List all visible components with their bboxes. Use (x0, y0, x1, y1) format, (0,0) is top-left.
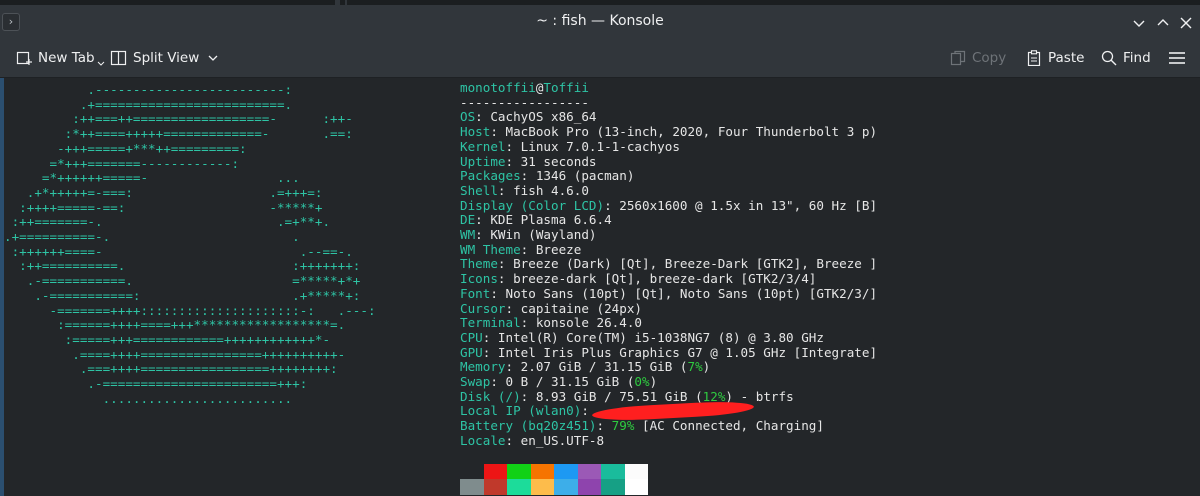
chevron-down-icon (97, 61, 104, 66)
info-value: KWin (Wayland) (490, 227, 597, 243)
info-value: fish 4.6.0 (513, 182, 589, 198)
info-value: CachyOS x86_64 (490, 109, 597, 125)
info-label: DE (460, 212, 476, 228)
info-value: KDE Plasma 6.6.4 (490, 212, 612, 228)
palette-swatch (460, 464, 484, 479)
info-value: Linux 7.0.1-1-cachyos (520, 138, 680, 154)
toolbar: New Tab Split View Copy Paste Find (0, 39, 1200, 78)
info-value: Breeze (Dark) [Qt], Breeze-Dark [GTK2], … (513, 256, 878, 272)
palette-swatch (483, 464, 507, 479)
info-label: Cursor (460, 300, 506, 316)
info-value: Noto Sans (10pt) [Qt], Noto Sans (10pt) … (505, 285, 878, 301)
memory-label: Memory (460, 359, 506, 375)
maximize-icon[interactable] (1154, 14, 1172, 32)
info-label: Shell (460, 182, 498, 198)
locale-value: en_US.UTF-8 (520, 432, 605, 448)
hostname: Toffii (543, 80, 589, 95)
new-tab-button[interactable]: New Tab (16, 46, 105, 70)
disk-value: 8.93 GiB / 75.51 GiB ( (535, 388, 703, 404)
battery-status: [AC Connected, Charging] (634, 418, 824, 434)
info-value: breeze-dark [Qt], breeze-dark [GTK2/3/4] (513, 271, 817, 287)
info-value: MacBook Pro (13-inch, 2020, Four Thunder… (505, 124, 878, 140)
info-value: konsole 26.4.0 (535, 315, 642, 331)
info-value: 2560x1600 @ 1.5x in 13", 60 Hz [B] (619, 197, 878, 213)
new-tab-icon (16, 51, 32, 65)
local-ip-label: Local IP (wlan0) (460, 403, 582, 419)
copy-button[interactable]: Copy (950, 46, 1006, 70)
swap-percent: 0% (634, 374, 650, 390)
palette-swatch (483, 479, 507, 495)
memory-percent: 7% (687, 359, 703, 375)
locale-label: Locale (460, 432, 506, 448)
info-label: Packages (460, 168, 521, 184)
palette-swatch (577, 479, 601, 495)
info-label: Kernel (460, 138, 506, 154)
paste-button[interactable]: Paste (1026, 46, 1084, 70)
info-value: Breeze (535, 241, 582, 257)
split-view-icon (110, 50, 127, 66)
chevron-down-icon (208, 55, 218, 61)
info-value: 1346 (pacman) (535, 168, 635, 184)
separator-line: ----------------- (460, 94, 589, 110)
palette-swatch (624, 464, 648, 479)
close-icon[interactable] (1177, 14, 1195, 32)
disk-label: Disk (/) (460, 388, 521, 404)
split-view-label: Split View (133, 50, 200, 66)
palette-swatch (601, 464, 625, 479)
find-label: Find (1123, 50, 1151, 66)
palette-swatch (601, 479, 625, 495)
distro-ascii-logo: .-------------------------: .+==========… (4, 82, 376, 406)
paste-icon (1027, 50, 1041, 66)
palette-swatch (577, 464, 601, 479)
palette-swatch (624, 479, 648, 495)
minimize-icon[interactable] (1130, 14, 1148, 32)
swap-value: 0 B / 31.15 GiB ( (505, 374, 635, 390)
info-label: Icons (460, 271, 498, 287)
palette-swatch (530, 464, 554, 479)
battery-percent: 79% (611, 418, 635, 434)
search-icon (1101, 50, 1117, 66)
info-label: WM Theme (460, 241, 521, 257)
palette-swatch (530, 479, 554, 495)
title-bar[interactable]: › ~ : fish — Konsole (0, 5, 1200, 39)
paste-label: Paste (1048, 50, 1085, 66)
info-value: Intel Iris Plus Graphics G7 @ 1.05 GHz [… (497, 344, 878, 360)
info-label: Terminal (460, 315, 521, 331)
fastfetch-output: monotoffii@Toffii ----------------- OS: … (460, 80, 878, 448)
copy-icon (950, 50, 966, 66)
info-value: Intel(R) Core(TM) i5-1038NG7 (8) @ 3.80 … (497, 329, 824, 345)
info-label: GPU (460, 344, 483, 360)
info-label: CPU (460, 329, 483, 345)
palette-swatch (460, 479, 484, 495)
swap-label: Swap (460, 374, 491, 390)
info-label: Uptime (460, 153, 506, 169)
split-view-button[interactable]: Split View (110, 46, 225, 70)
info-label: Display (Color LCD) (460, 197, 605, 213)
find-button[interactable]: Find (1101, 46, 1151, 70)
info-value: 31 seconds (520, 153, 597, 169)
new-tab-label: New Tab (38, 50, 95, 66)
palette-swatch (507, 464, 531, 479)
hamburger-menu-icon[interactable] (1168, 51, 1186, 65)
color-palette (460, 464, 648, 495)
info-label: OS (460, 109, 476, 125)
palette-swatch (554, 464, 578, 479)
battery-label: Battery (bq20z451) (460, 418, 597, 434)
info-label: Font (460, 285, 491, 301)
palette-swatch (554, 479, 578, 495)
info-label: WM (460, 227, 476, 243)
palette-swatch (507, 479, 531, 495)
memory-value: 2.07 GiB / 31.15 GiB ( (520, 359, 688, 375)
window-title: ~ : fish — Konsole (536, 13, 664, 29)
copy-label: Copy (972, 50, 1007, 66)
info-label: Theme (460, 256, 498, 272)
info-label: Host (460, 124, 491, 140)
info-value: capitaine (24px) (520, 300, 642, 316)
username: monotoffii (460, 80, 536, 95)
